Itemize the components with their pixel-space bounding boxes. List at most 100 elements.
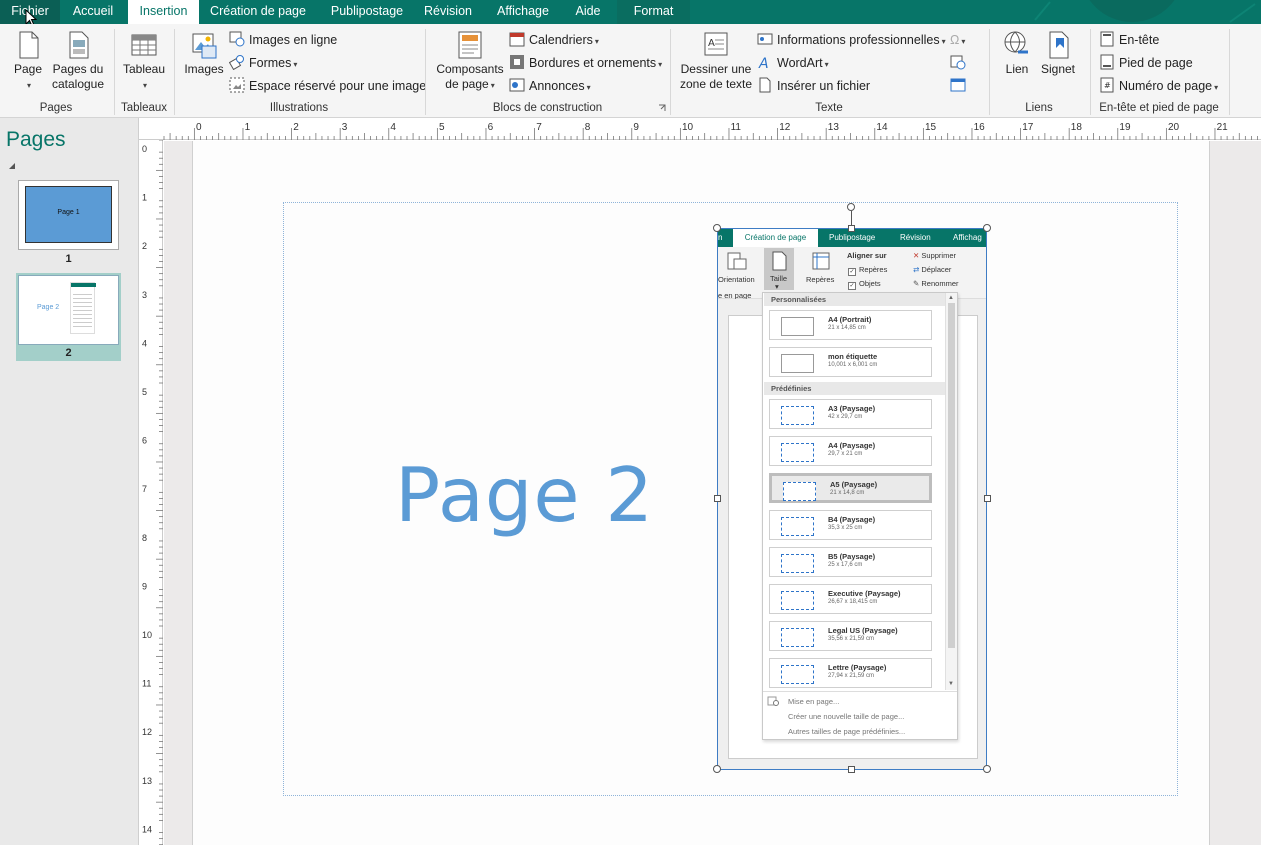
group-label-illustrations: Illustrations bbox=[269, 102, 329, 114]
ruler-label: 20 bbox=[1168, 122, 1180, 133]
ruler-label: 12 bbox=[142, 727, 152, 737]
ruler-label: 7 bbox=[536, 122, 542, 133]
resize-handle-bottom-left[interactable] bbox=[713, 765, 721, 773]
numero-de-page-button[interactable]: # Numéro de page ▾ bbox=[1099, 76, 1218, 96]
vertical-ruler[interactable]: 0 1 2 3 4 5 6 7 8 9 10 11 12 13 14 bbox=[139, 139, 163, 846]
online-images-icon bbox=[229, 31, 245, 47]
thumb-2-label: Page 2 bbox=[37, 304, 60, 311]
header-icon bbox=[1100, 31, 1114, 47]
page-icon bbox=[19, 31, 39, 59]
espace-reserve-image-button[interactable]: Espace réservé pour une image bbox=[229, 76, 426, 96]
object-icon bbox=[950, 78, 966, 92]
group-label-texte: Texte bbox=[815, 102, 843, 114]
lien-button[interactable]: Lien bbox=[998, 30, 1036, 77]
page-button[interactable]: Page ▾ bbox=[10, 30, 46, 93]
symbol-button[interactable]: Ω ▾ bbox=[950, 30, 965, 50]
resize-handle-bottom[interactable] bbox=[848, 766, 855, 773]
pages-pane: Pages Page 1 1 Page 2 2 bbox=[0, 118, 139, 845]
ruler-label: 11 bbox=[142, 679, 151, 689]
horizontal-ruler-scale: 0 1 2 3 4 5 6 7 8 9 10 11 12 13 14 15 16 17 18 19 20 21 bbox=[163, 122, 1258, 140]
ruler-label: 7 bbox=[142, 484, 147, 494]
ruler-label: 16 bbox=[974, 122, 986, 133]
page-thumbnail-1[interactable]: Page 1 1 bbox=[16, 180, 121, 266]
ruler-label: 4 bbox=[390, 122, 396, 133]
pied-de-page-button[interactable]: Pied de page bbox=[1099, 53, 1193, 73]
calendriers-button[interactable]: Calendriers ▾ bbox=[509, 30, 599, 50]
wordart-icon: A bbox=[758, 56, 769, 70]
svg-text:A: A bbox=[708, 38, 715, 49]
annonces-button[interactable]: Annonces ▾ bbox=[509, 76, 591, 96]
ruler-label: 14 bbox=[876, 122, 888, 133]
ruler-label: 6 bbox=[488, 122, 494, 133]
dialog-launcher-icon[interactable] bbox=[658, 104, 666, 112]
ruler-label: 8 bbox=[142, 533, 147, 543]
ruler-label: 18 bbox=[1071, 122, 1083, 133]
catalogue-icon bbox=[69, 31, 89, 59]
rotation-handle[interactable] bbox=[847, 203, 855, 211]
resize-handle-left[interactable] bbox=[714, 495, 721, 502]
thumb-1-number: 1 bbox=[65, 253, 72, 265]
group-label-tableaux: Tableaux bbox=[120, 102, 168, 114]
page-text-box[interactable]: Page 2 bbox=[395, 451, 654, 539]
page-number-icon: # bbox=[1100, 77, 1114, 93]
composants-de-page-button[interactable]: Composants de page ▾ bbox=[434, 30, 506, 93]
thumb-1-label: Page 1 bbox=[57, 209, 80, 216]
ruler-label: 10 bbox=[142, 630, 152, 640]
formes-button[interactable]: Formes ▾ bbox=[229, 53, 297, 73]
group-label-entete: En-tête et pied de page bbox=[1099, 102, 1219, 114]
page-thumbnail-2[interactable]: Page 2 2 bbox=[16, 273, 121, 361]
ruler-label: 9 bbox=[142, 581, 147, 591]
resize-handle-top-left[interactable] bbox=[713, 224, 721, 232]
resize-handle-right[interactable] bbox=[984, 495, 991, 502]
resize-handle-top[interactable] bbox=[848, 225, 855, 232]
thumb-2-number: 2 bbox=[65, 347, 72, 359]
advertisements-icon bbox=[509, 78, 525, 92]
ruler-label: 13 bbox=[828, 122, 840, 133]
ruler-label: 1 bbox=[245, 122, 251, 133]
link-icon bbox=[1004, 31, 1028, 54]
ruler-label: 5 bbox=[439, 122, 445, 133]
group-label-liens: Liens bbox=[1025, 102, 1053, 114]
dessiner-zone-de-texte-button[interactable]: A Dessiner une zone de texte bbox=[678, 30, 754, 92]
resize-handle-top-right[interactable] bbox=[983, 224, 991, 232]
ruler-label: 0 bbox=[142, 144, 147, 154]
tab-format[interactable]: Format bbox=[617, 0, 690, 24]
tab-aide[interactable]: Aide bbox=[565, 0, 611, 24]
text-box-icon: A bbox=[704, 32, 728, 56]
insert-file-icon bbox=[759, 77, 771, 93]
images-en-ligne-button[interactable]: Images en ligne bbox=[229, 30, 337, 50]
ruler-label: 14 bbox=[142, 824, 152, 834]
page-sheet[interactable]: Page 2 n Création de page Publipostage R… bbox=[192, 141, 1210, 845]
ruler-label: 13 bbox=[142, 776, 152, 786]
images-button[interactable]: Images bbox=[182, 30, 226, 77]
bordures-button[interactable]: Bordures et ornements ▾ bbox=[509, 53, 662, 73]
tableau-button[interactable]: Tableau ▾ bbox=[120, 30, 168, 93]
ruler-label: 6 bbox=[142, 436, 147, 446]
title-bar-decoration bbox=[1030, 0, 1261, 24]
tab-creation-de-page[interactable]: Création de page bbox=[199, 0, 317, 24]
pages-du-catalogue-button[interactable]: Pages du catalogue bbox=[50, 30, 106, 92]
business-info-icon bbox=[757, 33, 773, 45]
ruler-label: 5 bbox=[142, 387, 147, 397]
tab-accueil[interactable]: Accueil bbox=[60, 0, 126, 24]
tab-publipostage[interactable]: Publipostage bbox=[317, 0, 417, 24]
ruler-label: 12 bbox=[779, 122, 791, 133]
signet-button[interactable]: Signet bbox=[1038, 30, 1078, 77]
tab-insertion[interactable]: Insertion bbox=[128, 0, 199, 24]
collapse-triangle-icon[interactable] bbox=[8, 162, 16, 170]
en-tete-button[interactable]: En-tête bbox=[1099, 30, 1159, 50]
object-button[interactable] bbox=[950, 76, 970, 96]
date-time-button[interactable] bbox=[950, 53, 970, 73]
wordart-button[interactable]: A WordArt ▾ bbox=[757, 53, 829, 73]
vertical-ruler-scale: 01234567891011121314 bbox=[142, 139, 163, 846]
ruler-label: 1 bbox=[142, 193, 147, 203]
ruler-label: 21 bbox=[1217, 122, 1229, 133]
inserer-un-fichier-button[interactable]: Insérer un fichier bbox=[757, 76, 870, 96]
tab-affichage[interactable]: Affichage bbox=[481, 0, 565, 24]
group-label-blocs: Blocs de construction bbox=[492, 102, 603, 114]
informations-professionnelles-button[interactable]: Informations professionnelles ▾ bbox=[757, 30, 946, 50]
images-icon bbox=[192, 33, 217, 59]
resize-handle-bottom-right[interactable] bbox=[983, 765, 991, 773]
horizontal-ruler[interactable]: 0 1 2 3 4 5 6 7 8 9 10 11 12 13 14 15 16 17 18 19 20 21 bbox=[139, 118, 1261, 140]
tab-revision[interactable]: Révision bbox=[417, 0, 479, 24]
